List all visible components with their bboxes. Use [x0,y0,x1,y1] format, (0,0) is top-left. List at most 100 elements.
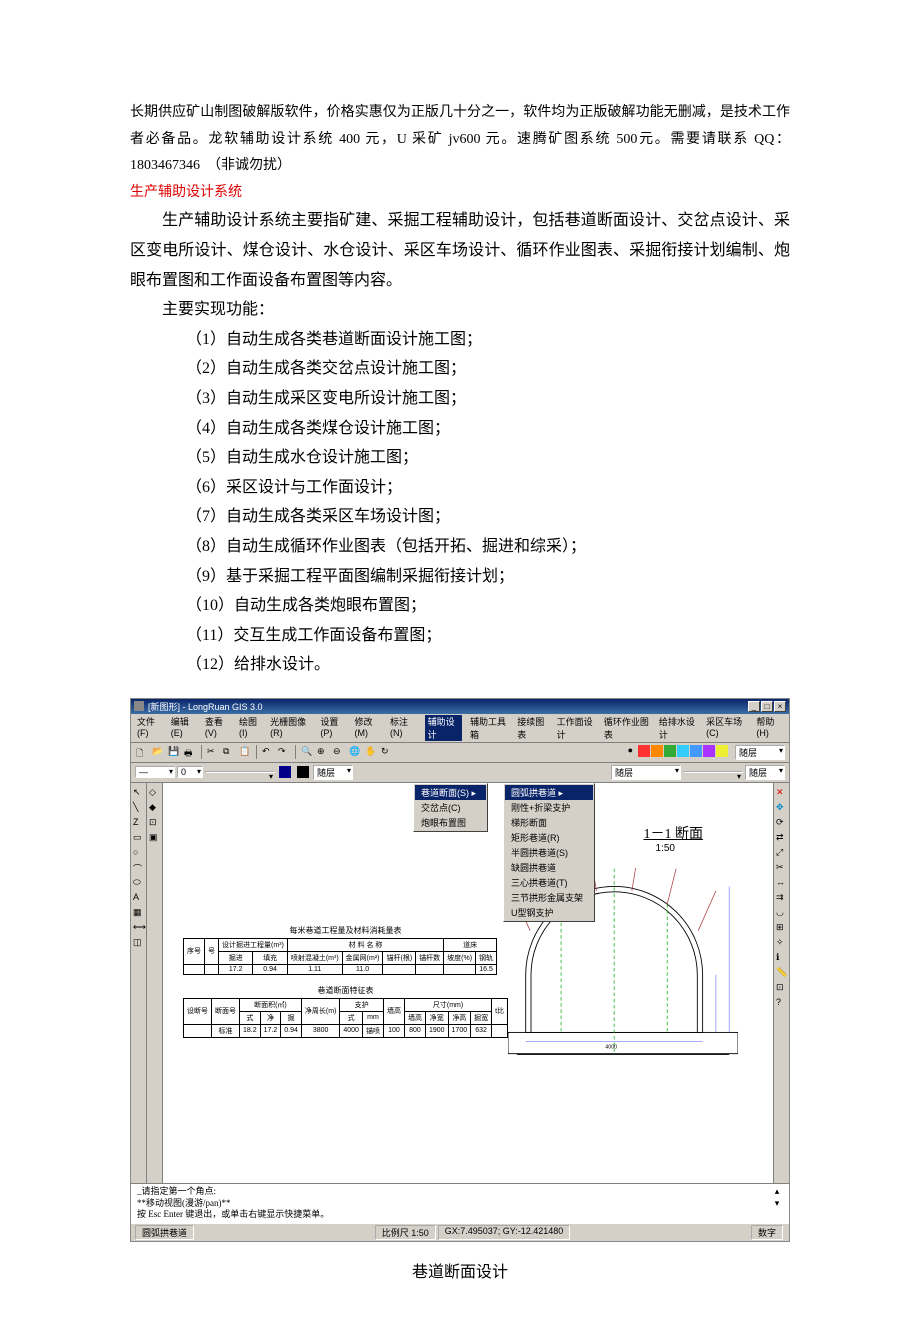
submenu2-item[interactable]: U型钢支护 [505,905,593,920]
poly-icon[interactable]: Z [132,816,145,829]
layer-dropdown-5[interactable]: 随层 [745,765,785,780]
mirror-icon[interactable]: ⇄ [775,831,788,844]
menu-toolbox[interactable]: 辅助工具箱 [470,715,509,741]
color-orange[interactable] [651,745,663,757]
scale-icon[interactable]: ⤢ [775,846,788,859]
zoom-in-icon[interactable]: ⊕ [316,745,330,759]
menu-face[interactable]: 工作面设计 [557,715,596,741]
trim-icon[interactable]: ✂ [775,861,788,874]
submenu1-item[interactable]: 炮眼布置图 [415,815,486,830]
layer-dropdown-3[interactable]: 随层 [611,765,681,780]
hatch-icon[interactable]: ▦ [132,906,145,919]
color-cyan[interactable] [677,745,689,757]
menu-settings[interactable]: 设置(P) [320,715,346,741]
block-icon[interactable]: ◫ [132,936,145,949]
layer-color-icon[interactable] [279,766,291,778]
undo-icon[interactable]: ↶ [261,745,275,759]
help2-icon[interactable]: ? [775,996,788,1009]
save-icon[interactable]: 💾 [167,745,181,759]
minimize-button[interactable]: _ [748,701,760,712]
color-blue[interactable] [690,745,702,757]
menu-edit[interactable]: 编辑(E) [171,715,197,741]
props-icon[interactable]: ℹ [775,951,788,964]
line-icon[interactable]: ╲ [132,801,145,814]
layer-dropdown-2[interactable]: 随层 [313,765,353,780]
submenu2-item[interactable]: 圆弧拱巷道 ▸ [505,785,593,800]
submenu1-item[interactable]: 巷道断面(S) ▸ [415,785,486,800]
zoom-icon[interactable]: 🔍 [300,745,314,759]
pointer-icon[interactable]: ↖ [132,786,145,799]
menu-modify[interactable]: 修改(M) [355,715,382,741]
scroll-up-icon[interactable]: ▴▾ [771,1186,783,1221]
world-icon[interactable]: 🌐 [348,745,362,759]
layer-dropdown-4[interactable] [683,771,743,773]
color-purple[interactable] [703,745,715,757]
submenu2-item[interactable]: 刚性+折梁支护 [505,800,593,815]
width-dropdown[interactable]: 0 [177,766,203,778]
extend-icon[interactable]: ↔ [775,876,788,889]
color-red[interactable] [638,745,650,757]
menu-connection[interactable]: 接续图表 [517,715,548,741]
menu-label[interactable]: 标注(N) [390,715,417,741]
snap2-icon[interactable]: ◆ [148,801,161,814]
redo-icon[interactable]: ↷ [277,745,291,759]
menu-help[interactable]: 帮助(H) [756,715,783,741]
fillet-icon[interactable]: ◡ [775,906,788,919]
menu-file[interactable]: 文件(F) [137,715,163,741]
paragraph-body: 生产辅助设计系统主要指矿建、采掘工程辅助设计，包括巷道断面设计、交岔点设计、采区… [130,206,790,295]
array-icon[interactable]: ⊞ [775,921,788,934]
layer-dropdown-1[interactable]: 随层 [735,745,785,760]
zoom-out-icon[interactable]: ⊖ [332,745,346,759]
measure-icon[interactable]: 📏 [775,966,788,979]
text-icon[interactable]: A [132,891,145,904]
submenu2-item[interactable]: 三节拱形金属支架 [505,890,593,905]
menu-drainage[interactable]: 给排水设计 [659,715,698,741]
menu-yard[interactable]: 采区车场(C) [706,715,748,741]
snap3-icon[interactable]: ⊡ [148,816,161,829]
move-icon[interactable]: ✥ [775,801,788,814]
drawing-canvas[interactable]: 巷道断面(S) ▸ 交岔点(C) 炮眼布置图 圆弧拱巷道 ▸ 刚性+折梁支护 梯… [163,783,773,1183]
menu-draw[interactable]: 绘图(I) [239,715,262,741]
explode-icon[interactable]: ✧ [775,936,788,949]
rotate-icon[interactable]: ⟳ [775,816,788,829]
circle-icon[interactable]: ○ [132,846,145,859]
submenu2-item[interactable]: 梯形断面 [505,815,593,830]
menu-raster[interactable]: 光栅图像(R) [270,715,312,741]
data-tables: 每米巷道工程量及材料消耗量表 序号 号 设计掘进工程量(m³) 材 料 名 称 … [183,923,508,1038]
list-item: （12）给排水设计。 [130,650,790,680]
open-icon[interactable]: 📂 [151,745,165,759]
submenu2-item[interactable]: 三心拱巷道(T) [505,875,593,890]
menu-cycle[interactable]: 循环作业图表 [604,715,651,741]
cut-icon[interactable]: ✂ [206,745,220,759]
submenu1-item[interactable]: 交岔点(C) [415,800,486,815]
offset-icon[interactable]: ⇉ [775,891,788,904]
dim-icon[interactable]: ⟷ [132,921,145,934]
zoomext-icon[interactable]: ⊡ [775,981,788,994]
linetype-dropdown[interactable] [205,771,275,773]
close-button[interactable]: × [774,701,786,712]
cmd-line-3: 按 Esc Enter 键退出，或单击右键显示快捷菜单。 [137,1209,771,1221]
pan-icon[interactable]: ✋ [364,745,378,759]
arc-icon[interactable]: ⌒ [132,861,145,874]
refresh-icon[interactable]: ↻ [380,745,394,759]
layer-color2-icon[interactable] [297,766,309,778]
submenu2-item[interactable]: 矩形巷道(R) [505,830,593,845]
menu-view[interactable]: 查看(V) [205,715,231,741]
snap-icon[interactable]: ◇ [148,786,161,799]
style-dropdown[interactable]: — [135,766,175,778]
submenu2-item[interactable]: 缺圆拱巷道 [505,860,593,875]
command-line[interactable]: _请指定第一个角点: **移动视图(漫游/pan)** 按 Esc Enter … [131,1183,789,1223]
paste-icon[interactable]: 📋 [238,745,252,759]
delete-icon[interactable]: ✕ [775,786,788,799]
new-icon[interactable]: 🗋 [135,745,149,759]
print-icon[interactable]: 🖶 [183,745,197,759]
maximize-button[interactable]: □ [761,701,773,712]
color-green[interactable] [664,745,676,757]
rect-icon[interactable]: ▭ [132,831,145,844]
snap4-icon[interactable]: ▣ [148,831,161,844]
ellipse-icon[interactable]: ⬭ [132,876,145,889]
menu-auxdesign[interactable]: 辅助设计 [425,715,462,741]
submenu2-item[interactable]: 半圆拱巷道(S) [505,845,593,860]
color-yellow[interactable] [716,745,728,757]
copy-icon[interactable]: ⧉ [222,745,236,759]
